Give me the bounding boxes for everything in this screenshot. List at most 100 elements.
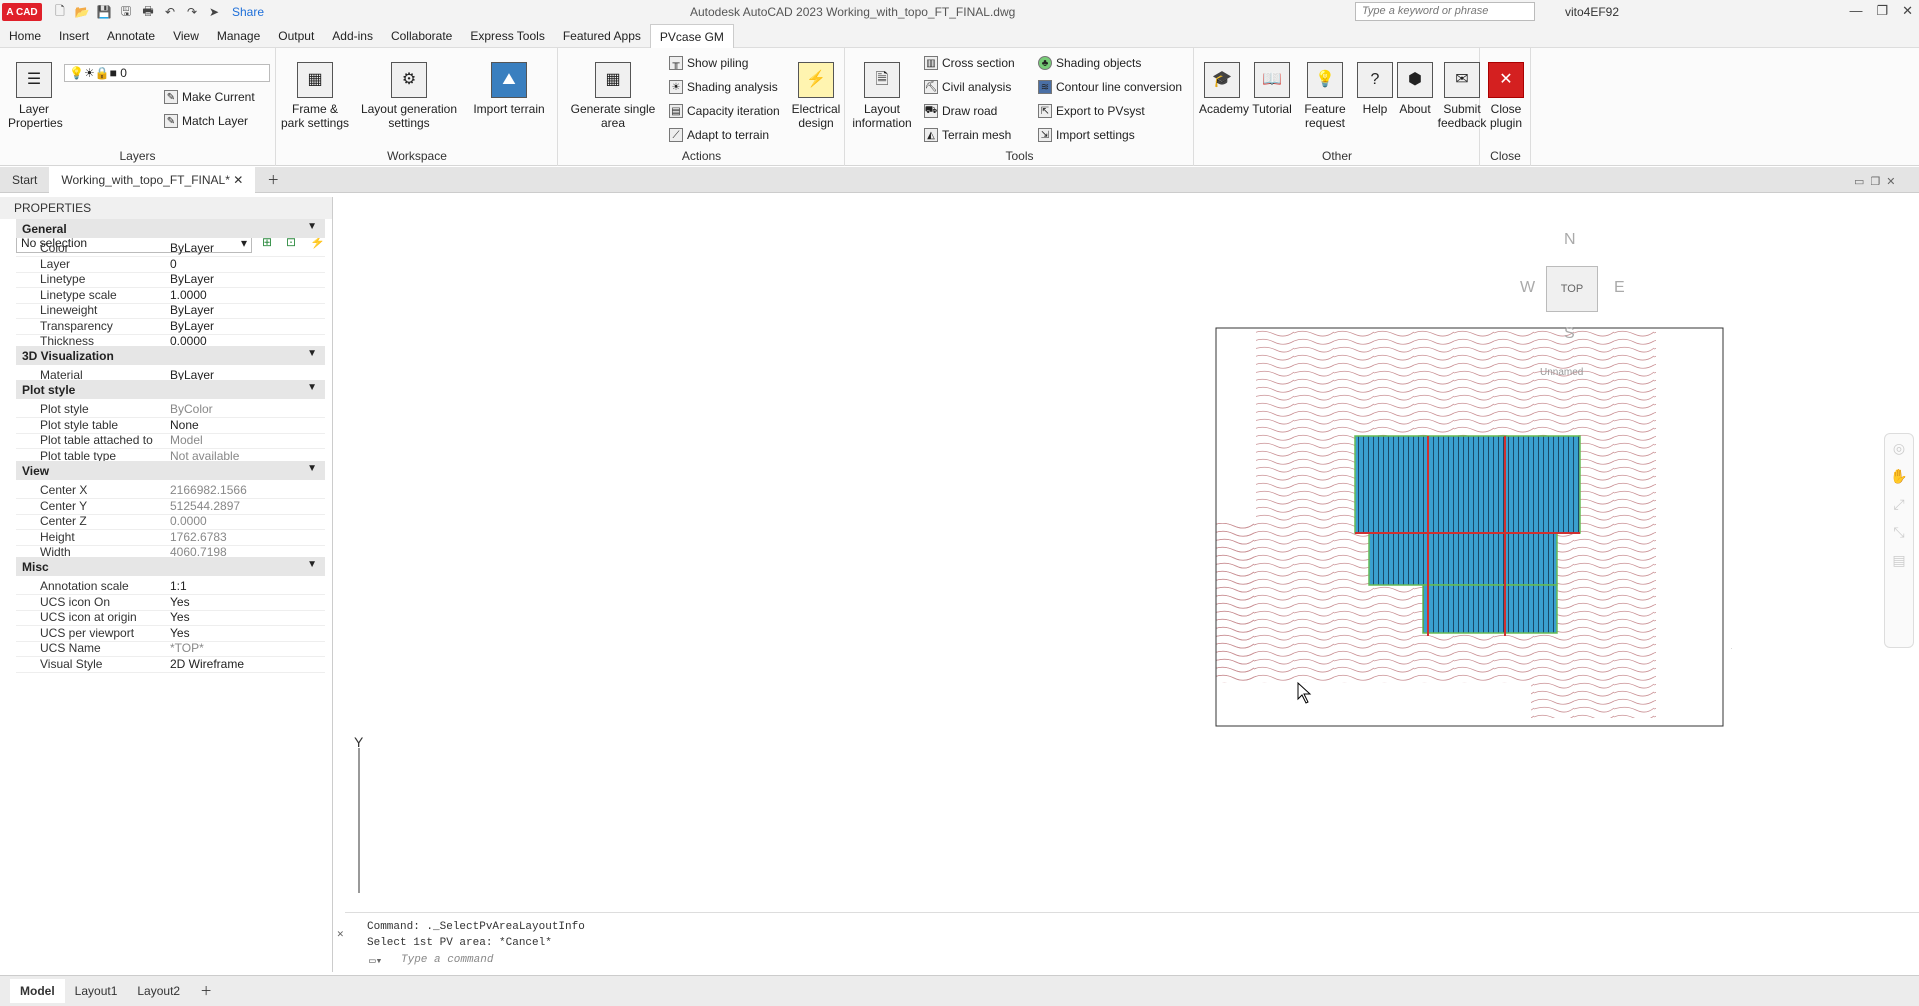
new-tab-icon[interactable]: ＋: [255, 167, 291, 193]
save-as-icon[interactable]: 🖫: [118, 4, 134, 20]
feature-request-button[interactable]: 💡 Feature request: [1297, 62, 1353, 130]
restore-icon[interactable]: ❐: [1876, 3, 1888, 19]
close-icon[interactable]: ✕: [1902, 3, 1913, 19]
collapse-icon[interactable]: ▼: [307, 221, 317, 232]
new-file-icon[interactable]: 🗋: [52, 4, 68, 20]
about-label: About: [1399, 102, 1431, 116]
undo-icon[interactable]: ↶: [162, 4, 178, 20]
section-general[interactable]: General ▼: [16, 219, 325, 238]
make-current-button[interactable]: ✎ Make Current: [164, 88, 255, 106]
lightning-icon: ⚡: [798, 62, 834, 98]
property-row[interactable]: Visual Style 2D Wireframe: [16, 654, 325, 673]
tab-view[interactable]: View: [164, 24, 208, 48]
share-icon[interactable]: ➤: [206, 4, 222, 20]
layout-information-button[interactable]: 🗎 Layout information: [850, 62, 914, 130]
viewcube-ucs-menu[interactable]: Unnamed: [1540, 367, 1583, 378]
tab-featured-apps[interactable]: Featured Apps: [554, 24, 650, 48]
submit-label: Submit feedback: [1437, 102, 1487, 130]
viewport-minimize-icon[interactable]: ▭: [1854, 175, 1864, 188]
viewcube[interactable]: N W E S TOP Unnamed: [1504, 181, 1634, 378]
about-button[interactable]: ⬢ About: [1395, 62, 1435, 116]
export-pvsyst-button[interactable]: ⇱ Export to PVsyst: [1038, 102, 1145, 120]
model-space[interactable]: · Y: [334, 193, 1919, 972]
search-input[interactable]: Type a keyword or phrase: [1355, 2, 1535, 21]
tab-collaborate[interactable]: Collaborate: [382, 24, 461, 48]
viewport-close-icon[interactable]: ✕: [1886, 175, 1895, 188]
section-misc[interactable]: Misc ▼: [16, 557, 325, 576]
command-close-icon[interactable]: ✕: [337, 927, 344, 941]
tab-pvcase[interactable]: PVcase GM: [649, 23, 734, 48]
tab-annotate[interactable]: Annotate: [98, 24, 164, 48]
layer-properties-button[interactable]: ☰ Layer Properties: [8, 62, 63, 130]
collapse-icon[interactable]: ▼: [307, 382, 317, 393]
tab-addins[interactable]: Add-ins: [323, 24, 382, 48]
tools-group: 🗎 Layout information ▥ Cross section ⛏ Civ…: [846, 48, 1194, 166]
viewport-restore-icon[interactable]: ❐: [1870, 175, 1880, 188]
tab-insert[interactable]: Insert: [50, 24, 98, 48]
help-button[interactable]: ? Help: [1355, 62, 1395, 116]
contour-conversion-button[interactable]: ≋ Contour line conversion: [1038, 78, 1182, 96]
layers-group-label[interactable]: Layers: [0, 149, 275, 163]
terrain-mesh-button[interactable]: ◭ Terrain mesh: [924, 126, 1011, 144]
tab-layout1[interactable]: Layout1: [65, 979, 128, 1003]
collapse-icon[interactable]: ▼: [307, 348, 317, 359]
layout-generation-button[interactable]: ⚙ Layout generation settings: [357, 62, 461, 130]
other-group-label: Other: [1321, 149, 1352, 163]
cross-section-button[interactable]: ▥ Cross section: [924, 54, 1015, 72]
command-prompt-icon[interactable]: ▭▾: [369, 954, 382, 968]
app-logo[interactable]: A CAD: [2, 3, 42, 21]
viewcube-west[interactable]: W: [1520, 279, 1535, 297]
tab-start[interactable]: Start: [0, 167, 49, 193]
drawing-canvas[interactable]: · Y N W E S TOP Unnamed ◎ ✋ ⤢ ⤡ ▤ ▭ ❐ ✕: [334, 176, 1919, 972]
tab-layout2[interactable]: Layout2: [127, 979, 190, 1003]
user-account[interactable]: vito4EF92: [1565, 5, 1619, 19]
match-layer-button[interactable]: ✎ Match Layer: [164, 112, 248, 130]
redo-icon[interactable]: ↷: [184, 4, 200, 20]
academy-button[interactable]: 🎓 Academy: [1199, 62, 1249, 116]
save-icon[interactable]: 💾: [96, 4, 112, 20]
shading-objects-button[interactable]: ♣ Shading objects: [1038, 54, 1141, 72]
frame-icon: ▦: [297, 62, 333, 98]
viewcube-south[interactable]: S: [1564, 325, 1575, 343]
tab-model[interactable]: Model: [10, 979, 65, 1003]
tab-drawing[interactable]: Working_with_topo_FT_FINAL* ✕: [49, 166, 256, 193]
layer-dropdown[interactable]: 💡☀🔒■ 0: [64, 64, 270, 82]
navigation-bar[interactable]: ◎ ✋ ⤢ ⤡ ▤: [1884, 433, 1914, 648]
command-input[interactable]: Type a command: [367, 954, 1867, 972]
share-button[interactable]: Share: [232, 5, 264, 19]
show-piling-button[interactable]: ╥ Show piling: [669, 54, 748, 72]
adapt-terrain-button[interactable]: ⟋ Adapt to terrain: [669, 126, 769, 144]
minimize-icon[interactable]: —: [1849, 3, 1862, 19]
import-settings-button[interactable]: ⇲ Import settings: [1038, 126, 1135, 144]
tab-express-tools[interactable]: Express Tools: [461, 24, 553, 48]
collapse-icon[interactable]: ▼: [307, 559, 317, 570]
tab-manage[interactable]: Manage: [208, 24, 269, 48]
tutorial-button[interactable]: 📖 Tutorial: [1249, 62, 1295, 116]
import-terrain-button[interactable]: ⛰ Import terrain: [467, 62, 551, 116]
civil-analysis-button[interactable]: ⛏ Civil analysis: [924, 78, 1011, 96]
open-file-icon[interactable]: 📂: [74, 4, 90, 20]
electrical-design-button[interactable]: ⚡ Electrical design: [789, 62, 843, 130]
pv-area-middle[interactable]: [1368, 532, 1558, 586]
capacity-iteration-button[interactable]: ▤ Capacity iteration: [669, 102, 780, 120]
document-icon: 🗎: [864, 62, 900, 98]
viewcube-top-face[interactable]: TOP: [1546, 266, 1598, 312]
tab-output[interactable]: Output: [269, 24, 323, 48]
generate-area-button[interactable]: ▦ Generate single area: [569, 62, 657, 130]
shading-analysis-button[interactable]: ☀ Shading analysis: [669, 78, 778, 96]
section-vis3d[interactable]: 3D Visualization ▼: [16, 346, 325, 365]
pv-area-north[interactable]: [1354, 435, 1581, 534]
close-plugin-button[interactable]: ✕ Close plugin: [1483, 62, 1529, 130]
close-tab-icon[interactable]: ✕: [233, 173, 243, 187]
pv-area-south[interactable]: [1422, 584, 1558, 634]
draw-road-button[interactable]: ⛟ Draw road: [924, 102, 997, 120]
section-view[interactable]: View ▼: [16, 461, 325, 480]
add-layout-icon[interactable]: ＋: [190, 979, 222, 1003]
viewcube-north[interactable]: N: [1564, 231, 1576, 249]
section-plot[interactable]: Plot style ▼: [16, 380, 325, 399]
viewcube-east[interactable]: E: [1614, 279, 1625, 297]
frame-park-button[interactable]: ▦ Frame & park settings: [279, 62, 351, 130]
plot-icon[interactable]: 🖶: [140, 4, 156, 20]
collapse-icon[interactable]: ▼: [307, 463, 317, 474]
tab-home[interactable]: Home: [0, 24, 50, 48]
